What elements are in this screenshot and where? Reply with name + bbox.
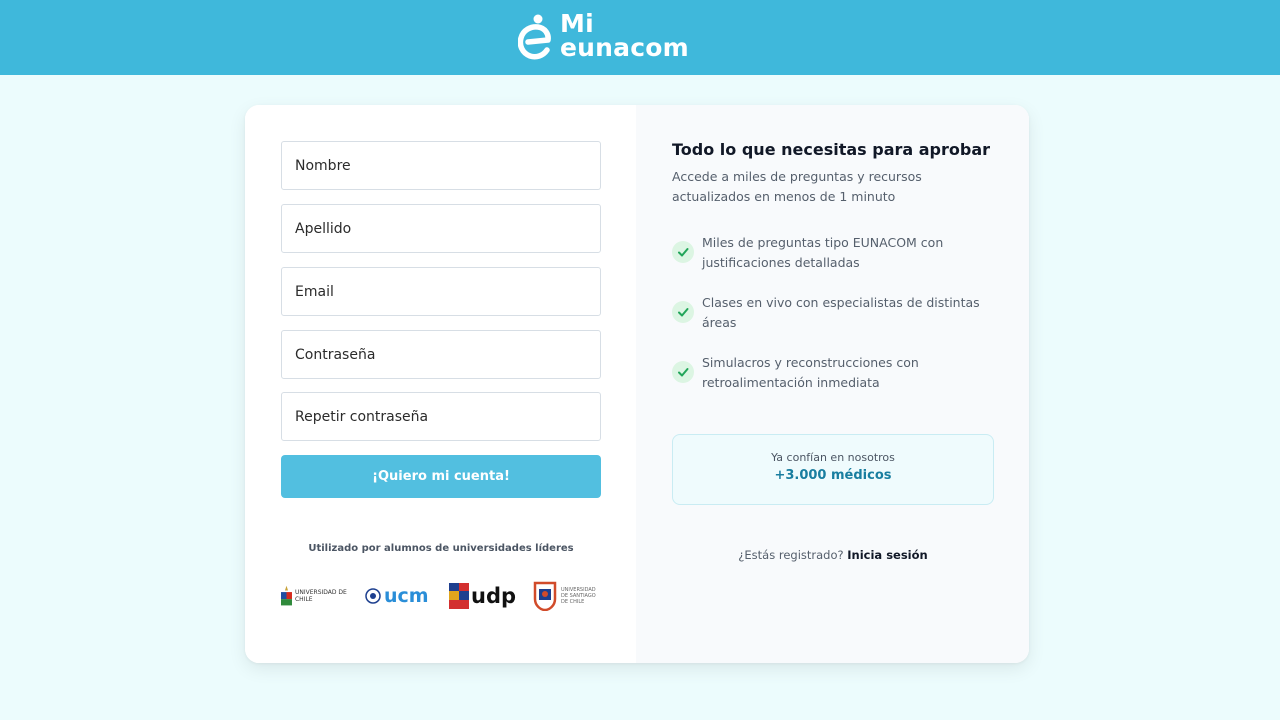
feature-text: Simulacros y reconstrucciones con retroa… (702, 355, 919, 390)
ucm-label: ucm (384, 585, 429, 607)
eunacom-logo-icon (518, 14, 551, 60)
brand-logo[interactable]: Mi eunacom (518, 10, 689, 62)
check-icon (672, 241, 694, 263)
first-name-field[interactable] (281, 141, 601, 190)
create-account-button[interactable]: ¡Quiero mi cuenta! (281, 455, 601, 498)
login-link[interactable]: Inicia sesión (847, 548, 927, 562)
header-bar: Mi eunacom (0, 0, 1280, 75)
feature-item: Miles de preguntas tipo EUNACOM con just… (672, 233, 1002, 275)
last-name-field[interactable] (281, 204, 601, 253)
brand-wordmark: Mi eunacom (560, 11, 689, 62)
trust-badge: Ya confían en nosotros +3.000 médicos (672, 434, 994, 505)
udp-logo-icon: udp (449, 579, 519, 613)
usach-crest-icon (533, 581, 557, 611)
feature-text: Clases en vivo con especialistas de dist… (702, 295, 980, 330)
login-question: ¿Estás registrado? (738, 548, 844, 562)
signup-form-pane: ¡Quiero mi cuenta! Utilizado por alumnos… (245, 105, 636, 663)
feature-text: Miles de preguntas tipo EUNACOM con just… (702, 235, 944, 270)
check-icon (672, 361, 694, 383)
password-field[interactable] (281, 330, 601, 379)
promo-title: Todo lo que necesitas para aprobar (672, 140, 991, 159)
login-prompt: ¿Estás registrado? Inicia sesión (672, 548, 994, 562)
uchile-crest-icon (281, 585, 292, 606)
universidad-de-chile-logo-icon: UNIVERSIDAD DE CHILE (281, 579, 351, 613)
trust-count: +3.000 médicos (774, 468, 892, 483)
check-icon (672, 301, 694, 323)
ucm-logo-icon: ucm (365, 579, 435, 613)
trust-caption: Ya confían en nosotros (771, 451, 895, 464)
feature-item: Simulacros y reconstrucciones con retroa… (672, 353, 1002, 395)
usach-logo-icon: UNIVERSIDAD DE SANTIAGO DE CHILE (533, 579, 601, 613)
university-logos: UNIVERSIDAD DE CHILE ucm udp UNIVERSIDAD… (281, 579, 601, 613)
email-field[interactable] (281, 267, 601, 316)
udp-shield-icon (449, 583, 469, 609)
usach-label: UNIVERSIDAD DE SANTIAGO DE CHILE (561, 587, 596, 605)
brand-line-2: eunacom (560, 33, 689, 62)
signup-card: ¡Quiero mi cuenta! Utilizado por alumnos… (245, 105, 1029, 663)
promo-subtitle: Accede a miles de preguntas y recursos a… (672, 169, 922, 204)
udp-label: udp (471, 584, 517, 608)
promo-pane: Todo lo que necesitas para aprobar Acced… (636, 105, 1029, 663)
repeat-password-field[interactable] (281, 392, 601, 441)
uchile-label: UNIVERSIDAD DE CHILE (294, 589, 347, 603)
universities-heading: Utilizado por alumnos de universidades l… (308, 543, 574, 554)
ucm-seal-icon (365, 588, 381, 604)
feature-item: Clases en vivo con especialistas de dist… (672, 293, 1002, 335)
